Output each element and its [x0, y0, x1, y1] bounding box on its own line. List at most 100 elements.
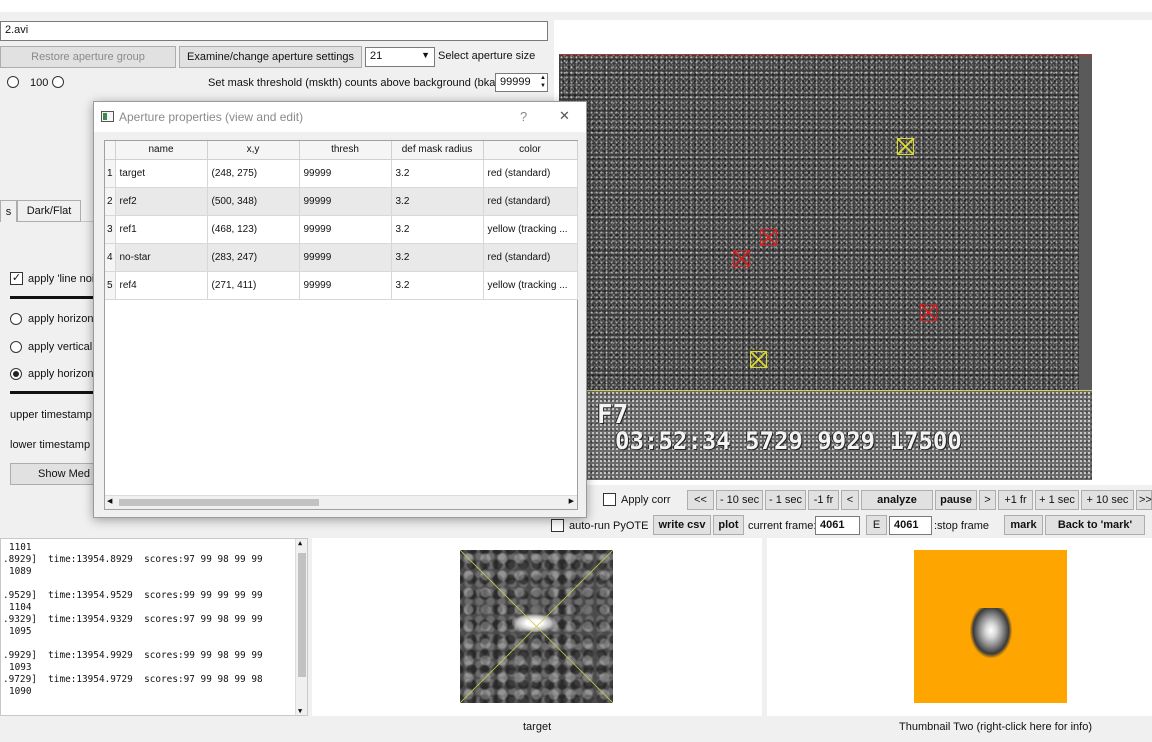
aperture-properties-dialog[interactable]: Aperture properties (view and edit) ? ✕ …: [93, 101, 587, 518]
mask-threshold-value: 99999: [500, 76, 531, 88]
table-row[interactable]: 4 no-star (283, 247) 99999 3.2 red (stan…: [105, 243, 578, 272]
column-header-xy[interactable]: x,y: [207, 141, 300, 160]
cell-name[interactable]: target: [115, 159, 208, 188]
scroll-up-icon[interactable]: ▲: [298, 539, 302, 547]
scroll-left-icon[interactable]: ◀: [107, 497, 112, 505]
cell-thresh[interactable]: 99999: [299, 271, 392, 300]
apply-vertically-radio[interactable]: [10, 341, 22, 353]
thumbnail-one-panel[interactable]: [312, 538, 762, 716]
tab-dark-flat[interactable]: Dark/Flat: [17, 200, 81, 222]
cell-xy[interactable]: (248, 275): [207, 159, 300, 188]
log-panel[interactable]: 1101 .8929] time:13954.8929 scores:97 99…: [0, 538, 308, 716]
scroll-thumb[interactable]: [119, 499, 319, 506]
divider: [10, 391, 93, 394]
e-button[interactable]: E: [866, 515, 887, 535]
horizontal-scrollbar[interactable]: ◀ ▶: [105, 495, 577, 509]
aperture-table[interactable]: name x,y thresh def mask radius color 1 …: [104, 140, 578, 510]
row-number: 3: [105, 215, 116, 244]
mask-threshold-spinbox[interactable]: 99999 ▲ ▼: [495, 73, 548, 92]
radio-left[interactable]: [7, 76, 19, 88]
help-icon[interactable]: ?: [520, 109, 527, 124]
dialog-title-bar[interactable]: Aperture properties (view and edit) ? ✕: [94, 102, 586, 132]
column-header-def-mask-radius[interactable]: def mask radius: [391, 141, 484, 160]
table-row[interactable]: 2 ref2 (500, 348) 99999 3.2 red (standar…: [105, 187, 578, 216]
cell-color[interactable]: yellow (tracking ...: [483, 215, 578, 244]
cell-color[interactable]: yellow (tracking ...: [483, 271, 578, 300]
cell-xy[interactable]: (271, 411): [207, 271, 300, 300]
aperture-size-select[interactable]: 21 ▼: [365, 47, 435, 67]
aperture-ref2[interactable]: [920, 304, 937, 321]
column-header-color[interactable]: color: [483, 141, 578, 160]
cell-name[interactable]: ref4: [115, 271, 208, 300]
aperture-no-star[interactable]: [760, 229, 777, 246]
scroll-right-icon[interactable]: ▶: [569, 497, 574, 505]
analyze-button[interactable]: analyze: [861, 490, 933, 510]
forward-one-button[interactable]: >: [979, 490, 996, 510]
cell-name[interactable]: ref1: [115, 215, 208, 244]
app-window-icon: [101, 111, 114, 122]
current-frame-input[interactable]: 4061: [815, 516, 860, 535]
examine-aperture-settings-button[interactable]: Examine/change aperture settings: [179, 46, 362, 68]
cell-color[interactable]: red (standard): [483, 187, 578, 216]
write-csv-button[interactable]: write csv: [653, 515, 711, 535]
cell-radius[interactable]: 3.2: [391, 159, 484, 188]
radio-100[interactable]: [52, 76, 64, 88]
apply-horizontal-radio-1[interactable]: [10, 313, 22, 325]
restore-aperture-group-button[interactable]: Restore aperture group: [0, 46, 176, 68]
thumbnail-two-star: [970, 608, 1012, 658]
aperture-ref1[interactable]: [897, 138, 914, 155]
apply-horizontal-radio-2[interactable]: [10, 368, 22, 380]
mark-button[interactable]: mark: [1004, 515, 1043, 535]
cell-radius[interactable]: 3.2: [391, 271, 484, 300]
plus-1-fr-button[interactable]: +1 fr: [998, 490, 1033, 510]
stop-frame-input[interactable]: 4061: [889, 516, 932, 535]
cell-xy[interactable]: (283, 247): [207, 243, 300, 272]
log-line: .9929] time:13954.9929 scores:99 99 98 9…: [3, 650, 263, 661]
show-med-button[interactable]: Show Med: [10, 463, 95, 485]
minus-1-sec-button[interactable]: - 1 sec: [765, 490, 806, 510]
scroll-thumb[interactable]: [298, 553, 306, 677]
cell-xy[interactable]: (468, 123): [207, 215, 300, 244]
column-header-thresh[interactable]: thresh: [299, 141, 392, 160]
plus-1-sec-button[interactable]: + 1 sec: [1035, 490, 1079, 510]
scroll-down-icon[interactable]: ▼: [298, 707, 302, 715]
minus-1-fr-button[interactable]: -1 fr: [808, 490, 839, 510]
thumbnail-one-label: target: [523, 721, 552, 733]
cell-color[interactable]: red (standard): [483, 159, 578, 188]
table-row[interactable]: 3 ref1 (468, 123) 99999 3.2 yellow (trac…: [105, 215, 578, 244]
back-to-mark-button[interactable]: Back to 'mark': [1045, 515, 1145, 535]
cell-thresh[interactable]: 99999: [299, 187, 392, 216]
file-path-field[interactable]: 2.avi: [0, 21, 548, 41]
thumbnail-two-panel[interactable]: [767, 538, 1152, 716]
lower-timestamp-label: lower timestamp li: [10, 439, 99, 451]
apply-line-noise-checkbox[interactable]: ✓: [10, 272, 23, 285]
aperture-target[interactable]: [733, 250, 750, 267]
back-one-button[interactable]: <: [841, 490, 859, 510]
auto-run-pyote-checkbox[interactable]: [551, 519, 564, 532]
plot-button[interactable]: plot: [713, 515, 744, 535]
cell-radius[interactable]: 3.2: [391, 187, 484, 216]
log-scrollbar[interactable]: ▲ ▼: [295, 539, 307, 715]
column-header-name[interactable]: name: [115, 141, 208, 160]
cell-color[interactable]: red (standard): [483, 243, 578, 272]
cell-radius[interactable]: 3.2: [391, 243, 484, 272]
video-frame[interactable]: F7 03:52:34 5729 9929 17500: [559, 54, 1092, 480]
aperture-ref4[interactable]: [750, 351, 767, 368]
tab-partial[interactable]: s: [0, 200, 17, 222]
close-icon[interactable]: ✕: [559, 108, 570, 124]
back-first-button[interactable]: <<: [687, 490, 714, 510]
apply-corr-checkbox[interactable]: [603, 493, 616, 506]
minus-10-sec-button[interactable]: - 10 sec: [716, 490, 763, 510]
pause-button[interactable]: pause: [935, 490, 977, 510]
cell-name[interactable]: no-star: [115, 243, 208, 272]
table-row[interactable]: 1 target (248, 275) 99999 3.2 red (stand…: [105, 159, 578, 188]
cell-radius[interactable]: 3.2: [391, 215, 484, 244]
cell-xy[interactable]: (500, 348): [207, 187, 300, 216]
forward-last-button[interactable]: >>: [1136, 490, 1152, 510]
cell-thresh[interactable]: 99999: [299, 159, 392, 188]
table-row[interactable]: 5 ref4 (271, 411) 99999 3.2 yellow (trac…: [105, 271, 578, 300]
plus-10-sec-button[interactable]: + 10 sec: [1081, 490, 1134, 510]
cell-thresh[interactable]: 99999: [299, 215, 392, 244]
cell-name[interactable]: ref2: [115, 187, 208, 216]
cell-thresh[interactable]: 99999: [299, 243, 392, 272]
